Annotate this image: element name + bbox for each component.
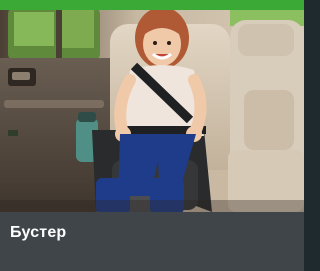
product-card[interactable]: Бустер (0, 0, 304, 271)
brand-accent-bar (0, 0, 304, 10)
product-title[interactable]: Бустер (10, 224, 66, 242)
headrest (238, 24, 294, 56)
